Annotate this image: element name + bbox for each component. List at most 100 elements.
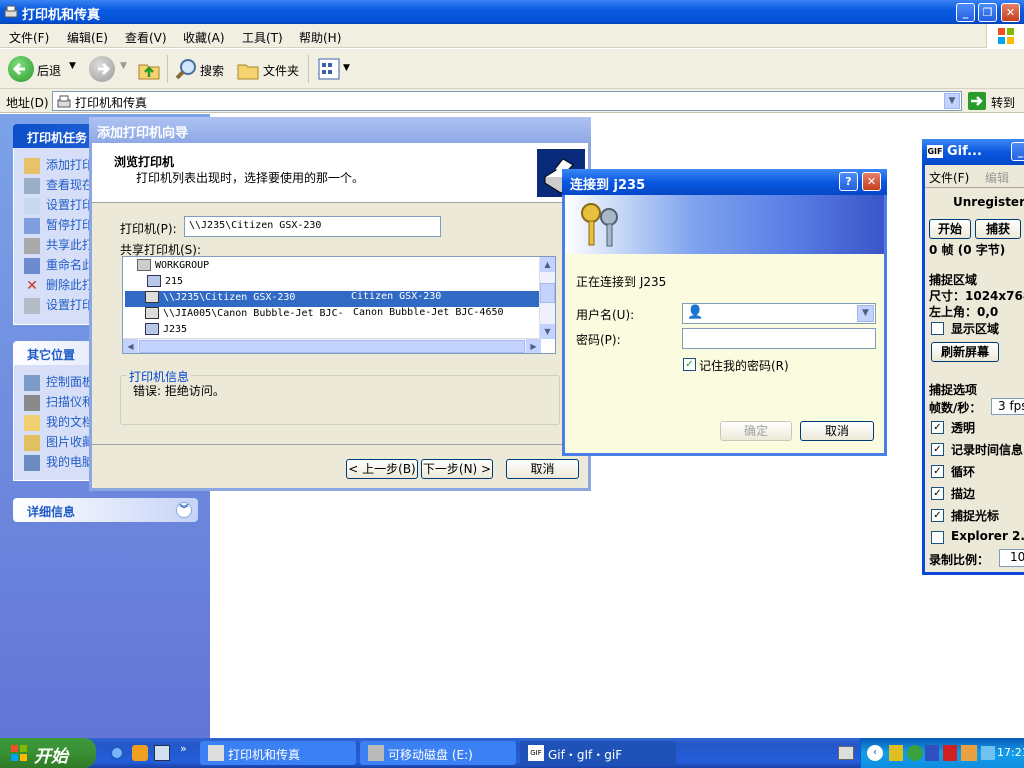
scroll-left-arrow-icon[interactable]: ◀ [123,339,138,353]
media-quicklaunch-icon[interactable] [132,745,148,761]
border-checkbox[interactable]: ✓ [931,487,944,500]
go-button-label[interactable]: 转到 [991,94,1015,111]
views-dropdown-icon[interactable]: ▼ [343,63,350,73]
minimize-button[interactable]: _ [956,3,975,22]
antivirus-icon[interactable] [925,745,939,761]
fps-label: 帧数/秒： [929,401,982,415]
username-dropdown-icon[interactable]: ▼ [857,305,874,322]
capture-cursor-checkbox[interactable]: ✓ [931,509,944,522]
show-area-checkbox[interactable] [931,322,944,335]
gif-menu-file[interactable]: 文件(F) [929,169,969,186]
forward-dropdown-icon[interactable]: ▼ [120,61,127,71]
explorer-checkbox[interactable] [931,531,944,544]
ok-button[interactable]: 确定 [720,421,792,441]
menu-tools[interactable]: 工具(T) [242,29,283,46]
gif-minimize-button[interactable]: _ [1011,142,1024,161]
menu-file[interactable]: 文件(F) [9,29,49,46]
task-pause-printing[interactable]: 暂停打印 [24,216,94,234]
refresh-screen-button[interactable]: 刷新屏幕 [931,342,999,362]
place-control-panel[interactable]: 控制面板 [24,373,94,391]
tray-app-icon[interactable] [889,745,903,761]
menu-favorites[interactable]: 收藏(A) [183,29,225,46]
username-combobox[interactable]: 👤 ▼ [682,303,876,324]
connect-titlebar[interactable]: 连接到 j235 ? ✕ [562,169,887,195]
address-dropdown-icon[interactable]: ▼ [944,93,960,109]
ie-quicklaunch-icon[interactable] [110,746,124,760]
back-button-label[interactable]: 后退 [37,62,61,79]
scroll-thumb[interactable] [540,283,555,303]
task-removable-disk[interactable]: 可移动磁盘 (E:) [360,741,516,765]
desktop-quicklaunch-icon[interactable] [154,745,170,761]
task-printers-fax[interactable]: 打印机和传真 [200,741,356,765]
loop-checkbox[interactable]: ✓ [931,465,944,478]
details-header[interactable]: 详细信息 ︾ [13,498,198,522]
kingsoft-icon[interactable] [943,745,957,761]
help-button[interactable]: ? [839,172,858,191]
connect-close-button[interactable]: ✕ [862,172,881,191]
printer-input[interactable]: \\J235\Citizen GSX-230 [184,216,441,237]
go-arrow-icon[interactable] [968,92,986,110]
list-horizontal-scrollbar[interactable]: ◀ ▶ [123,338,541,353]
taskbar: 开始 » 打印机和传真 可移动磁盘 (E:) GIF Gif・gIf・giF ‹… [0,738,1024,768]
place-my-documents[interactable]: 我的文档 [24,413,94,431]
gif-titlebar[interactable]: GIF Gif... _ [922,139,1024,165]
up-folder-icon[interactable] [137,57,161,81]
back-dropdown-icon[interactable]: ▼ [69,61,76,71]
list-item-selected[interactable]: \\J235\Citizen GSX-230 Citizen GSX-230 [125,291,541,307]
next-button[interactable]: 下一步(N) > [421,459,493,479]
menu-edit[interactable]: 编辑(E) [67,29,108,46]
place-my-computer[interactable]: 我的电脑 [24,453,94,471]
security-icon[interactable] [907,745,923,761]
forward-arrow-icon[interactable] [89,56,115,82]
volume-icon[interactable] [981,746,995,760]
views-icon[interactable] [318,58,340,80]
gif-capture-button[interactable]: 捕获 [975,219,1021,239]
list-item[interactable]: WORKGROUP [137,259,537,275]
start-button[interactable]: 开始 [0,738,96,768]
ratio-input[interactable]: 100 [999,549,1024,567]
close-button[interactable]: ✕ [1001,3,1020,22]
scroll-up-arrow-icon[interactable]: ▲ [540,257,555,272]
hscroll-thumb[interactable] [139,340,525,353]
menu-help[interactable]: 帮助(H) [299,29,341,46]
record-time-checkbox[interactable]: ✓ [931,443,944,456]
shared-printers-list[interactable]: WORKGROUP 215 \\J235\Citizen GSX-230 Citi… [122,256,556,354]
tray-fox-icon[interactable] [961,745,977,761]
search-icon[interactable] [174,57,198,81]
back-arrow-icon[interactable] [8,56,34,82]
pause-icon [24,217,40,234]
scroll-down-arrow-icon[interactable]: ▼ [540,324,555,339]
delete-icon: ✕ [26,277,38,294]
folders-button-label[interactable]: 文件夹 [263,62,299,79]
address-bar: 地址(D) 打印机和传真 ▼ 转到 [0,89,1024,113]
folders-icon[interactable] [236,57,260,81]
list-vertical-scrollbar[interactable]: ▲ ▼ [539,257,555,339]
control-panel-icon [24,374,40,391]
window-titlebar[interactable]: 打印机和传真 _ ❐ ✕ [0,0,1024,24]
search-button-label[interactable]: 搜索 [200,62,224,79]
menu-view[interactable]: 查看(V) [125,29,167,46]
address-input[interactable]: 打印机和传真 ▼ [52,91,962,111]
place-my-pictures[interactable]: 图片收藏 [24,433,94,451]
back-button[interactable]: < 上一步(B) [346,459,418,479]
maximize-button[interactable]: ❐ [978,3,997,22]
transparent-checkbox[interactable]: ✓ [931,421,944,434]
connecting-status: 正在连接到 J235 [576,275,667,289]
scroll-right-arrow-icon[interactable]: ▶ [526,339,541,353]
list-item[interactable]: J235 [145,323,545,339]
fps-input[interactable]: 3 fps [991,398,1024,415]
remember-password-checkbox[interactable]: ✓ [683,358,696,371]
connect-cancel-button[interactable]: 取消 [800,421,874,441]
tray-expand-icon[interactable]: ‹ [867,745,883,761]
wizard-cancel-button[interactable]: 取消 [506,459,579,479]
password-input[interactable] [682,328,876,349]
gif-menu-edit[interactable]: 编辑 [985,169,1009,186]
gif-start-button[interactable]: 开始 [929,219,971,239]
wizard-titlebar[interactable]: 添加打印机向导 [89,117,591,143]
task-gif-app[interactable]: GIF Gif・gIf・giF [520,741,676,765]
list-item[interactable]: \\JIA005\Canon Bubble-Jet BJC- Canon Bubb… [145,307,545,323]
keyboard-icon[interactable] [838,746,854,760]
list-item[interactable]: 215 [147,275,547,291]
quicklaunch-more-icon[interactable]: » [180,742,187,755]
expand-chevron-icon[interactable]: ︾ [176,502,192,518]
